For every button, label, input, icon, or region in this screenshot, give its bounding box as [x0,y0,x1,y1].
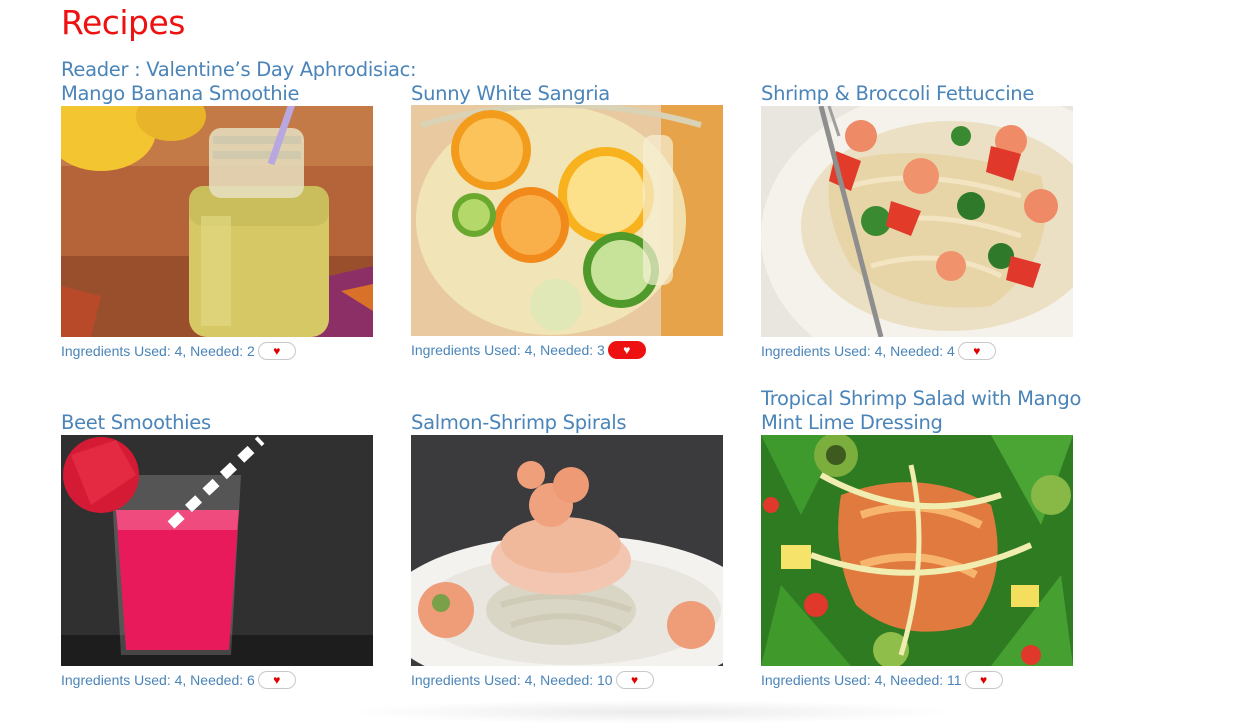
recipe-title-line2: Mango Banana Smoothie [61,82,300,105]
recipe-title-line1: Reader : Valentine’s Day Aphrodisiac: [61,58,417,81]
recipe-image-beet-smoothies[interactable] [61,435,373,666]
recipe-title-line1: Salmon-Shrimp Spirals [411,411,627,434]
recipe-meta: Ingredients Used: 4, Needed: 3 ♥ [411,341,646,359]
recipe-meta: Ingredients Used: 4, Needed: 11 ♥ [761,671,1003,689]
recipe-title-line1: Sunny White Sangria [411,82,610,105]
favorite-button[interactable]: ♥ [615,671,654,689]
ingredients-count: Ingredients Used: 4, Needed: 2 [61,343,255,359]
heart-icon: ♥ [623,343,631,357]
recipe-image-salmon-shrimp-spirals[interactable] [411,435,723,666]
favorite-button[interactable]: ♥ [964,671,1003,689]
recipe-meta: Ingredients Used: 4, Needed: 2 ♥ [61,342,296,360]
ingredients-count: Ingredients Used: 4, Needed: 4 [761,343,955,359]
recipe-meta: Ingredients Used: 4, Needed: 6 ♥ [61,671,296,689]
scroll-shadow [340,700,960,724]
heart-icon: ♥ [631,673,639,687]
ingredients-count: Ingredients Used: 4, Needed: 3 [411,342,605,358]
recipe-image-mango-banana-smoothie[interactable] [61,106,373,337]
ingredients-count: Ingredients Used: 4, Needed: 11 [761,672,962,688]
recipe-image-tropical-shrimp-salad[interactable] [761,435,1073,666]
recipe-title-link[interactable]: Shrimp & Broccoli Fettuccine [761,82,1034,106]
recipe-title-link[interactable]: Reader : Valentine’s Day Aphrodisiac: Ma… [61,58,417,106]
recipe-title-link[interactable]: Salmon-Shrimp Spirals [411,411,627,435]
ingredients-count: Ingredients Used: 4, Needed: 6 [61,672,255,688]
favorite-button[interactable]: ♥ [257,671,296,689]
recipe-title-line1: Shrimp & Broccoli Fettuccine [761,82,1035,105]
recipe-title-link[interactable]: Beet Smoothies [61,411,211,435]
recipe-image-sunny-white-sangria[interactable] [411,105,723,336]
heart-icon: ♥ [973,344,981,358]
recipe-title-link[interactable]: Tropical Shrimp Salad with Mango Mint Li… [761,387,1081,435]
favorite-button[interactable]: ♥ [257,342,296,360]
favorite-button[interactable]: ♥ [607,341,646,359]
recipe-title-line2: Mint Lime Dressing [761,411,943,434]
heart-icon: ♥ [273,673,281,687]
recipe-title-line1: Tropical Shrimp Salad with Mango [761,387,1082,410]
favorite-button[interactable]: ♥ [957,342,996,360]
heart-icon: ♥ [273,344,281,358]
recipe-title-link[interactable]: Sunny White Sangria [411,82,610,106]
recipe-meta: Ingredients Used: 4, Needed: 10 ♥ [411,671,654,689]
ingredients-count: Ingredients Used: 4, Needed: 10 [411,672,613,688]
recipe-image-shrimp-broccoli-fettuccine[interactable] [761,106,1073,337]
recipe-title-line1: Beet Smoothies [61,411,211,434]
page-title: Recipes [61,3,186,42]
recipe-meta: Ingredients Used: 4, Needed: 4 ♥ [761,342,996,360]
heart-icon: ♥ [979,673,988,687]
